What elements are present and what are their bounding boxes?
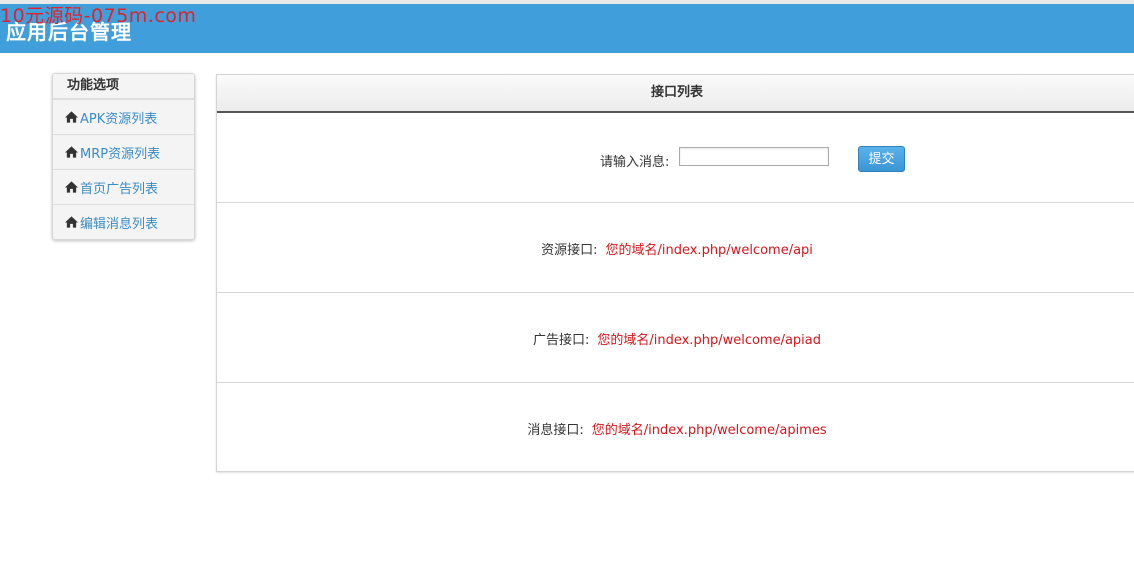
message-input[interactable] (679, 147, 829, 166)
ad-api-url: 您的域名/index.php/welcome/apiad (597, 333, 822, 348)
resource-api-url: 您的域名/index.php/welcome/api (605, 243, 813, 258)
sidebar-item-mrp[interactable]: MRP资源列表 (53, 134, 194, 169)
ad-api-row: 广告接口: 您的域名/index.php/welcome/apiad (217, 293, 1134, 383)
sidebar-item-label[interactable]: MRP资源列表 (80, 143, 160, 162)
message-api-url: 您的域名/index.php/welcome/apimes (591, 423, 827, 438)
submit-button[interactable]: 提交 (858, 146, 905, 172)
sidebar-item-apk[interactable]: APK资源列表 (53, 99, 194, 134)
sidebar-item-messages[interactable]: 编辑消息列表 (53, 204, 194, 239)
home-icon (65, 181, 78, 193)
message-label: 请输入消息: (600, 155, 670, 170)
sidebar-item-label[interactable]: 编辑消息列表 (80, 213, 158, 232)
sidebar-menu: 功能选项 APK资源列表 MRP资源列表 首页广告列表 编辑消息列表 (52, 73, 195, 240)
watermark-text: 10元源码-075m.com (0, 5, 197, 27)
home-icon (65, 216, 78, 228)
sidebar-title: 功能选项 (53, 74, 194, 99)
message-form-row: 请输入消息: 提交 (217, 113, 1134, 203)
sidebar-item-home-ads[interactable]: 首页广告列表 (53, 169, 194, 204)
api-list-panel: 接口列表 请输入消息: 提交 资源接口: 您的域名/index.php/welco… (216, 74, 1134, 472)
ad-api-label: 广告接口: (532, 333, 590, 348)
home-icon (65, 146, 78, 158)
sidebar-item-label[interactable]: APK资源列表 (80, 108, 157, 127)
resource-api-row: 资源接口: 您的域名/index.php/welcome/api (217, 203, 1134, 293)
message-api-row: 消息接口: 您的域名/index.php/welcome/apimes (217, 383, 1134, 472)
resource-api-label: 资源接口: (541, 243, 598, 258)
home-icon (65, 111, 78, 123)
sidebar-item-label[interactable]: 首页广告列表 (80, 178, 158, 197)
panel-title: 接口列表 (217, 75, 1134, 113)
message-api-label: 消息接口: (527, 423, 584, 438)
